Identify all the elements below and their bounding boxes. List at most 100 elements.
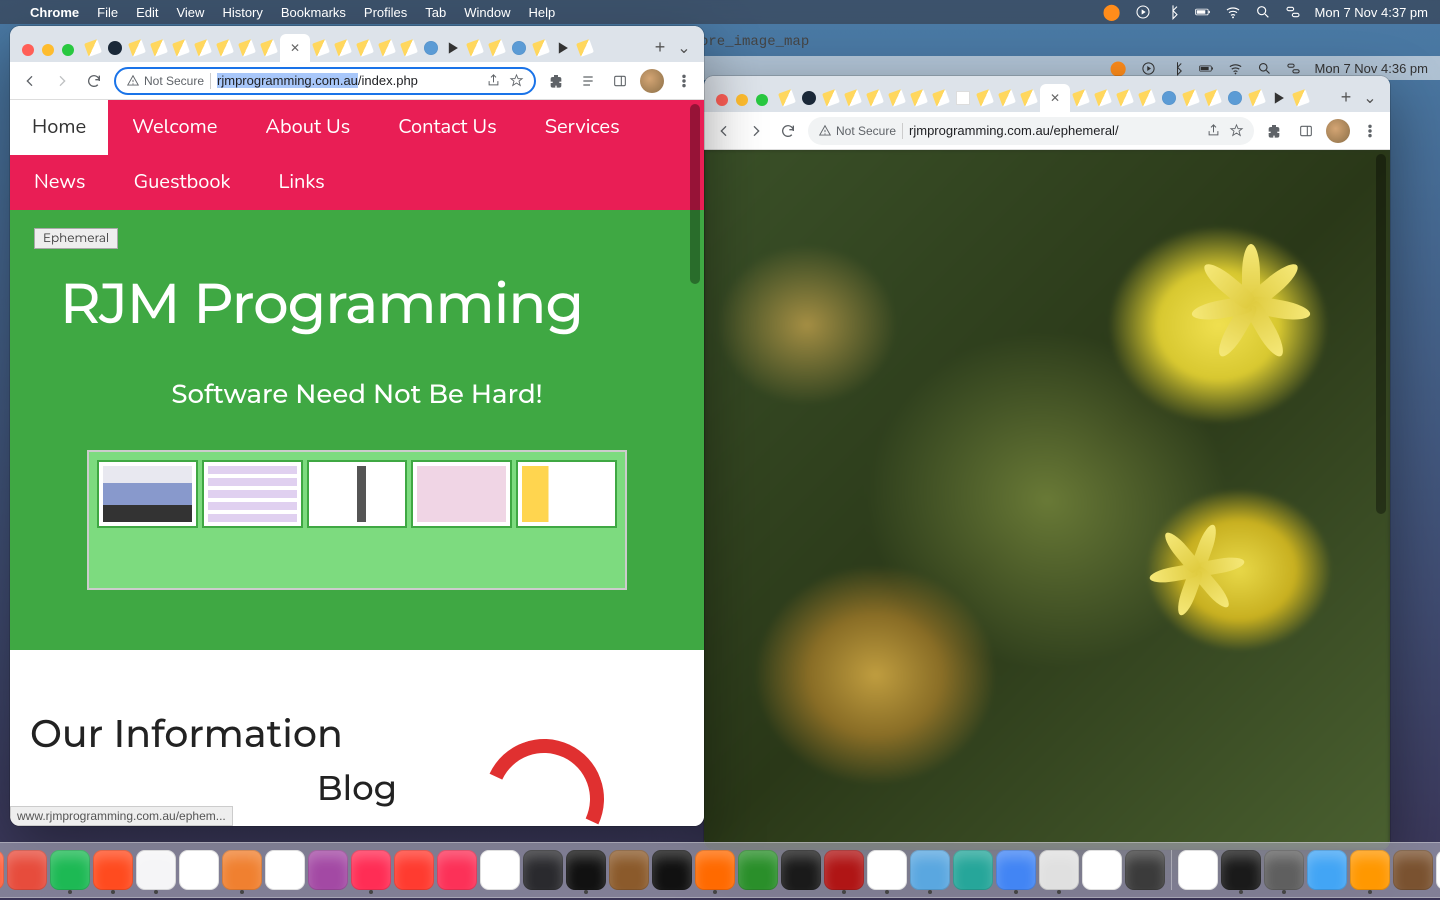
dock-app-icon[interactable]	[1393, 850, 1433, 890]
dock-app-icon[interactable]	[265, 850, 305, 890]
nav-contact[interactable]: Contact Us	[374, 100, 520, 155]
browser-tab[interactable]	[820, 84, 842, 112]
menu-tab[interactable]: Tab	[425, 5, 446, 20]
browser-tab[interactable]	[996, 84, 1018, 112]
menubar-clock[interactable]: Mon 7 Nov 4:37 pm	[1315, 5, 1428, 20]
nav-about[interactable]: About Us	[241, 100, 374, 155]
minimize-window-button[interactable]	[736, 94, 748, 106]
thumbnail[interactable]	[97, 460, 198, 528]
close-tab-icon[interactable]: ✕	[1050, 91, 1060, 105]
tab-overflow-button[interactable]: ⌄	[672, 38, 696, 62]
browser-tab[interactable]	[1268, 84, 1290, 112]
browser-tab[interactable]	[258, 34, 280, 62]
dock-app-icon[interactable]	[523, 850, 563, 890]
side-panel-icon[interactable]	[608, 69, 632, 93]
browser-tab[interactable]	[842, 84, 864, 112]
menu-file[interactable]: File	[97, 5, 118, 20]
extensions-icon[interactable]	[544, 69, 568, 93]
bookmark-star-icon[interactable]	[1229, 123, 1244, 138]
zoom-window-button[interactable]	[756, 94, 768, 106]
battery-icon[interactable]	[1199, 61, 1214, 76]
dock-app-icon[interactable]	[824, 850, 864, 890]
forward-button[interactable]	[744, 119, 768, 143]
hero-title[interactable]: RJM Programming	[30, 250, 684, 338]
browser-tab[interactable]	[974, 84, 996, 112]
address-bar[interactable]: Not Secure rjmprogramming.com.au/index.p…	[114, 67, 536, 95]
browser-tab[interactable]	[1136, 84, 1158, 112]
menu-help[interactable]: Help	[529, 5, 556, 20]
dock-app-icon[interactable]	[652, 850, 692, 890]
dock-app-icon[interactable]	[1178, 850, 1218, 890]
browser-tab[interactable]	[214, 34, 236, 62]
browser-tab[interactable]	[1158, 84, 1180, 112]
dock-app-icon[interactable]	[738, 850, 778, 890]
reload-button[interactable]	[82, 69, 106, 93]
new-tab-button[interactable]: +	[648, 37, 672, 62]
browser-tab[interactable]	[126, 34, 148, 62]
dock-app-icon[interactable]	[437, 850, 477, 890]
browser-tab[interactable]	[908, 84, 930, 112]
browser-tab[interactable]	[376, 34, 398, 62]
menubar-clock-secondary[interactable]: Mon 7 Nov 4:36 pm	[1315, 61, 1428, 76]
dock-app-icon[interactable]	[394, 850, 434, 890]
dock-app-icon[interactable]	[1350, 850, 1390, 890]
browser-tab[interactable]	[930, 84, 952, 112]
address-bar[interactable]: Not Secure rjmprogramming.com.au/ephemer…	[808, 117, 1254, 145]
browser-tab[interactable]	[82, 34, 104, 62]
control-center-icon[interactable]	[1285, 4, 1301, 20]
dock-app-icon[interactable]	[566, 850, 606, 890]
control-center-icon[interactable]	[1286, 61, 1301, 76]
close-window-button[interactable]	[716, 94, 728, 106]
dock-app-icon[interactable]	[1125, 850, 1165, 890]
menu-view[interactable]: View	[176, 5, 204, 20]
minimize-window-button[interactable]	[42, 44, 54, 56]
dock-app-icon[interactable]	[7, 850, 47, 890]
browser-tab[interactable]	[552, 34, 574, 62]
screen-mirror-icon[interactable]	[1141, 61, 1156, 76]
dock-app-icon[interactable]	[136, 850, 176, 890]
bluetooth-icon[interactable]	[1170, 61, 1185, 76]
browser-tab[interactable]	[1018, 84, 1040, 112]
browser-tab[interactable]	[332, 34, 354, 62]
dock-app-icon[interactable]	[308, 850, 348, 890]
dock-app-icon[interactable]	[1264, 850, 1304, 890]
nav-guestbook[interactable]: Guestbook	[110, 155, 255, 210]
browser-tab[interactable]	[464, 34, 486, 62]
zoom-window-button[interactable]	[62, 44, 74, 56]
menu-edit[interactable]: Edit	[136, 5, 158, 20]
browser-tab[interactable]	[1290, 84, 1312, 112]
dock-app-icon[interactable]	[781, 850, 821, 890]
reading-list-icon[interactable]	[576, 69, 600, 93]
screen-mirror-icon[interactable]	[1135, 4, 1151, 20]
dock-app-icon[interactable]	[1436, 850, 1440, 890]
mamp-icon[interactable]: ⬤	[1110, 59, 1127, 77]
close-window-button[interactable]	[22, 44, 34, 56]
menu-window[interactable]: Window	[464, 5, 510, 20]
browser-tab[interactable]	[574, 34, 596, 62]
dock-app-icon[interactable]	[0, 850, 4, 890]
profile-avatar[interactable]	[640, 69, 664, 93]
wifi-icon[interactable]	[1228, 61, 1243, 76]
browser-tab[interactable]	[148, 34, 170, 62]
side-panel-icon[interactable]	[1294, 119, 1318, 143]
browser-tab[interactable]	[798, 84, 820, 112]
browser-tab[interactable]	[192, 34, 214, 62]
menu-profiles[interactable]: Profiles	[364, 5, 407, 20]
close-tab-icon[interactable]: ✕	[290, 41, 300, 55]
mamp-icon[interactable]: ⬤	[1103, 2, 1121, 22]
nav-services[interactable]: Services	[521, 100, 644, 155]
browser-tab[interactable]	[952, 84, 974, 112]
thumbnail[interactable]	[411, 460, 512, 528]
browser-tab[interactable]: ✕	[1040, 84, 1070, 112]
chrome-menu-icon[interactable]	[672, 69, 696, 93]
menu-bookmarks[interactable]: Bookmarks	[281, 5, 346, 20]
browser-tab[interactable]	[864, 84, 886, 112]
browser-tab[interactable]	[310, 34, 332, 62]
wifi-icon[interactable]	[1225, 4, 1241, 20]
browser-tab[interactable]	[104, 34, 126, 62]
browser-tab[interactable]	[236, 34, 258, 62]
battery-icon[interactable]	[1195, 4, 1211, 20]
browser-tab[interactable]	[886, 84, 908, 112]
new-tab-button[interactable]: +	[1334, 87, 1358, 112]
browser-tab[interactable]	[776, 84, 798, 112]
